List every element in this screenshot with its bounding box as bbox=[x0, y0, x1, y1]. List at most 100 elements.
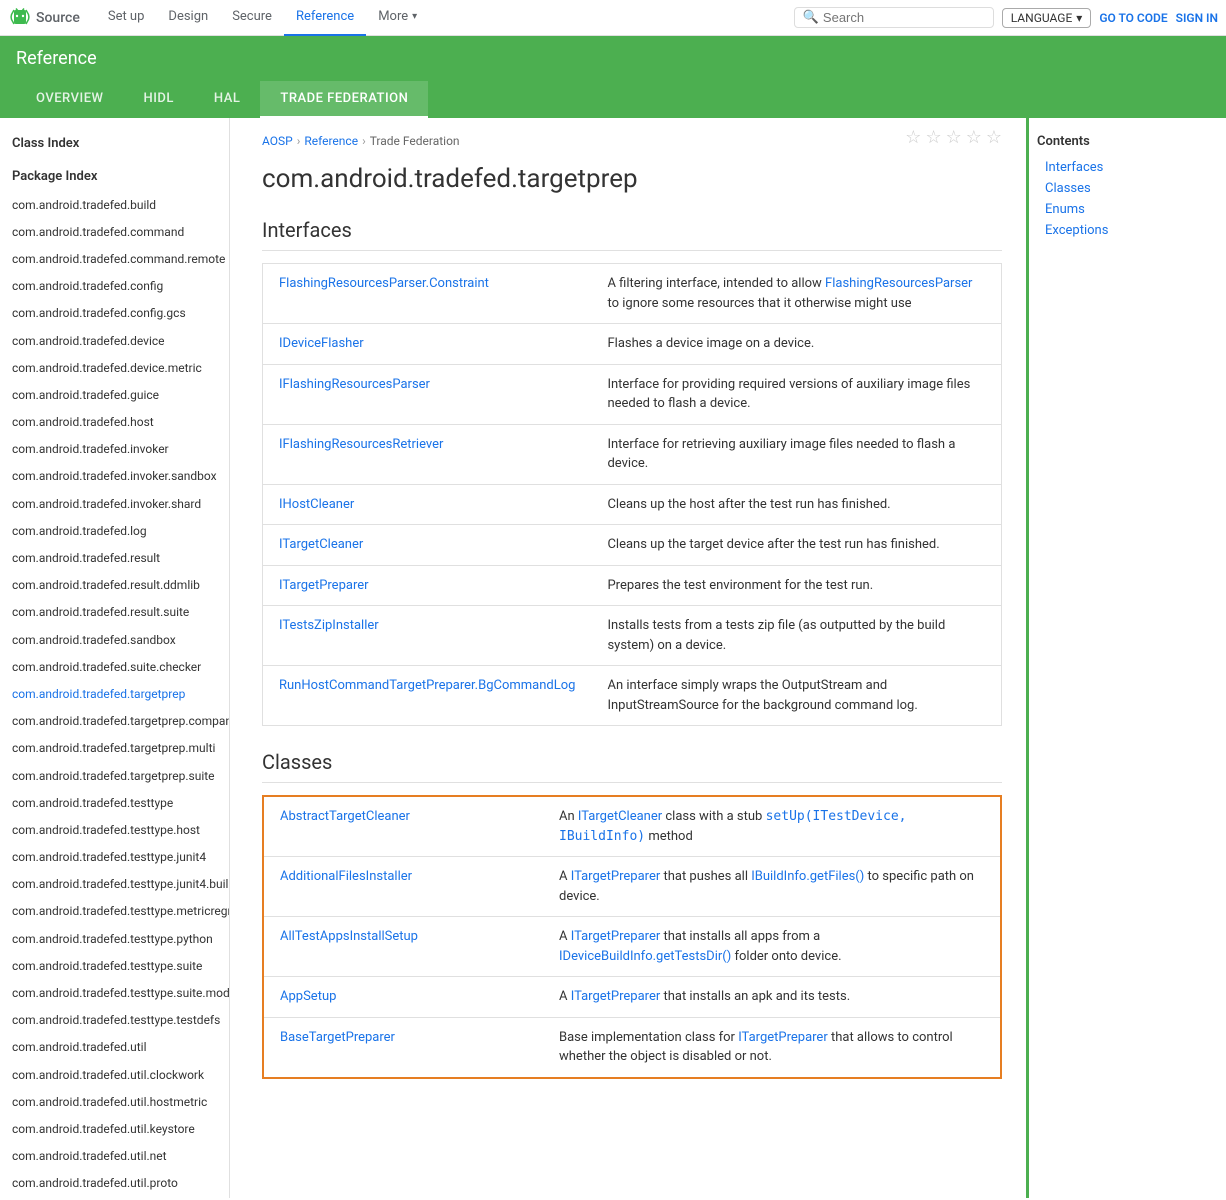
itarget-preparer-link-1[interactable]: ITargetPreparer bbox=[571, 869, 661, 884]
interface-link-run-host-command[interactable]: RunHostCommandTargetPreparer.BgCommandLo… bbox=[279, 678, 575, 693]
sidebar-item-testtype[interactable]: com.android.tradefed.testtype bbox=[0, 790, 229, 817]
class-link-abstract-target-cleaner[interactable]: AbstractTargetCleaner bbox=[280, 809, 410, 824]
sidebar-item-config-gcs[interactable]: com.android.tradefed.config.gcs bbox=[0, 300, 229, 327]
sidebar-item-testtype-host[interactable]: com.android.tradefed.testtype.host bbox=[0, 817, 229, 844]
class-link-app-setup[interactable]: AppSetup bbox=[280, 989, 336, 1004]
breadcrumb: AOSP › Reference › Trade Federation bbox=[262, 134, 460, 148]
sidebar-item-util-clockwork[interactable]: com.android.tradefed.util.clockwork bbox=[0, 1062, 229, 1089]
sidebar-item-testtype-python[interactable]: com.android.tradefed.testtype.python bbox=[0, 926, 229, 953]
sidebar-item-util-hostmetric[interactable]: com.android.tradefed.util.hostmetric bbox=[0, 1089, 229, 1116]
interface-link-iflashing-resources-retriever[interactable]: IFlashingResourcesRetriever bbox=[279, 437, 443, 452]
content-area: AOSP › Reference › Trade Federation ☆ ☆ … bbox=[230, 118, 1026, 1198]
sidebar-item-command[interactable]: com.android.tradefed.command bbox=[0, 219, 229, 246]
sidebar: Class Index Package Index com.android.tr… bbox=[0, 118, 230, 1198]
interface-link-flashing-constraint[interactable]: FlashingResourcesParser.Constraint bbox=[279, 276, 489, 291]
sidebar-item-command-remote[interactable]: com.android.tradefed.command.remote bbox=[0, 246, 229, 273]
interface-desc-itarget-preparer: Prepares the test environment for the te… bbox=[591, 565, 1001, 606]
star-2[interactable]: ☆ bbox=[925, 127, 941, 148]
sidebar-item-targetprep-suite[interactable]: com.android.tradefed.targetprep.suite bbox=[0, 763, 229, 790]
toc-classes[interactable]: Classes bbox=[1037, 178, 1218, 199]
sidebar-item-targetprep-multi[interactable]: com.android.tradefed.targetprep.multi bbox=[0, 735, 229, 762]
star-rating[interactable]: ☆ ☆ ☆ ☆ ☆ bbox=[905, 127, 1002, 148]
star-5[interactable]: ☆ bbox=[986, 127, 1002, 148]
sidebar-item-guice[interactable]: com.android.tradefed.guice bbox=[0, 382, 229, 409]
nav-design[interactable]: Design bbox=[156, 0, 220, 36]
sidebar-item-targetprep[interactable]: com.android.tradefed.targetprep bbox=[0, 681, 229, 708]
sidebar-item-invoker-shard[interactable]: com.android.tradefed.invoker.shard bbox=[0, 491, 229, 518]
class-link-base-target-preparer[interactable]: BaseTargetPreparer bbox=[280, 1030, 395, 1045]
sidebar-item-testtype-testdefs[interactable]: com.android.tradefed.testtype.testdefs bbox=[0, 1007, 229, 1034]
interface-link-itarget-preparer[interactable]: ITargetPreparer bbox=[279, 578, 369, 593]
toc-enums[interactable]: Enums bbox=[1037, 199, 1218, 220]
sidebar-item-util-net[interactable]: com.android.tradefed.util.net bbox=[0, 1143, 229, 1170]
interface-link-itarget-cleaner[interactable]: ITargetCleaner bbox=[279, 537, 363, 552]
sidebar-item-util-proto[interactable]: com.android.tradefed.util.proto bbox=[0, 1170, 229, 1197]
search-input[interactable] bbox=[823, 10, 985, 25]
sidebar-item-config[interactable]: com.android.tradefed.config bbox=[0, 273, 229, 300]
toc-interfaces[interactable]: Interfaces bbox=[1037, 157, 1218, 178]
breadcrumb-aosp[interactable]: AOSP bbox=[262, 134, 293, 148]
sidebar-item-util-keystore[interactable]: com.android.tradefed.util.keystore bbox=[0, 1116, 229, 1143]
search-bar[interactable]: 🔍 bbox=[794, 7, 994, 28]
classes-heading: Classes bbox=[262, 750, 1002, 783]
table-row: IFlashingResourcesParser Interface for p… bbox=[263, 364, 1002, 424]
tab-trade-federation[interactable]: TRADE FEDERATION bbox=[260, 81, 428, 118]
sidebar-item-testtype-suite[interactable]: com.android.tradefed.testtype.suite bbox=[0, 953, 229, 980]
toc-exceptions[interactable]: Exceptions bbox=[1037, 220, 1218, 241]
tab-overview[interactable]: OVERVIEW bbox=[16, 81, 123, 118]
class-link-additional-files-installer[interactable]: AdditionalFilesInstaller bbox=[280, 869, 412, 884]
sidebar-package-index[interactable]: Package Index bbox=[0, 159, 229, 192]
sidebar-item-invoker-sandbox[interactable]: com.android.tradefed.invoker.sandbox bbox=[0, 463, 229, 490]
interface-link-itests-zip-installer[interactable]: ITestsZipInstaller bbox=[279, 618, 379, 633]
main-layout: Class Index Package Index com.android.tr… bbox=[0, 118, 1226, 1198]
ibuildinfo-getfiles-link[interactable]: IBuildInfo.getFiles() bbox=[751, 869, 864, 884]
table-row: IFlashingResourcesRetriever Interface fo… bbox=[263, 424, 1002, 484]
sidebar-item-testtype-suite-module[interactable]: com.android.tradefed.testtype.suite.modu… bbox=[0, 980, 229, 1007]
interface-link-idevice-flasher[interactable]: IDeviceFlasher bbox=[279, 336, 364, 351]
sidebar-item-testtype-junit4[interactable]: com.android.tradefed.testtype.junit4 bbox=[0, 844, 229, 871]
nav-reference[interactable]: Reference bbox=[284, 0, 366, 36]
idevice-buildinfo-gettestsdir-link[interactable]: IDeviceBuildInfo.getTestsDir() bbox=[559, 949, 731, 964]
star-3[interactable]: ☆ bbox=[946, 127, 962, 148]
sidebar-item-sandbox[interactable]: com.android.tradefed.sandbox bbox=[0, 627, 229, 654]
sidebar-item-build[interactable]: com.android.tradefed.build bbox=[0, 192, 229, 219]
sidebar-item-log[interactable]: com.android.tradefed.log bbox=[0, 518, 229, 545]
android-logo-icon bbox=[8, 6, 32, 30]
itarget-preparer-link-2[interactable]: ITargetPreparer bbox=[571, 929, 661, 944]
flashing-resources-parser-link[interactable]: FlashingResourcesParser bbox=[825, 276, 972, 291]
go-to-code-button[interactable]: GO TO CODE bbox=[1099, 11, 1167, 25]
language-button[interactable]: LANGUAGE ▾ bbox=[1002, 8, 1092, 28]
interface-link-ihost-cleaner[interactable]: IHostCleaner bbox=[279, 497, 354, 512]
sidebar-item-result-ddmlib[interactable]: com.android.tradefed.result.ddmlib bbox=[0, 572, 229, 599]
itarget-cleaner-link-1[interactable]: ITargetCleaner bbox=[578, 809, 662, 824]
interface-link-iflashing-resources-parser[interactable]: IFlashingResourcesParser bbox=[279, 377, 430, 392]
interface-desc-run-host-command: An interface simply wraps the OutputStre… bbox=[591, 666, 1001, 726]
sidebar-item-invoker[interactable]: com.android.tradefed.invoker bbox=[0, 436, 229, 463]
tab-hal[interactable]: HAL bbox=[194, 81, 260, 118]
sidebar-item-util[interactable]: com.android.tradefed.util bbox=[0, 1034, 229, 1061]
sidebar-item-suite-checker[interactable]: com.android.tradefed.suite.checker bbox=[0, 654, 229, 681]
top-nav-right: LANGUAGE ▾ GO TO CODE SIGN IN bbox=[1002, 8, 1218, 28]
sidebar-item-targetprep-companion[interactable]: com.android.tradefed.targetprep.companio… bbox=[0, 708, 229, 735]
tab-hidl[interactable]: HIDL bbox=[123, 81, 193, 118]
nav-more[interactable]: More ▾ bbox=[366, 0, 429, 36]
sign-in-button[interactable]: SIGN IN bbox=[1176, 11, 1218, 25]
sidebar-item-device-metric[interactable]: com.android.tradefed.device.metric bbox=[0, 355, 229, 382]
star-1[interactable]: ☆ bbox=[905, 127, 921, 148]
sidebar-item-result-suite[interactable]: com.android.tradefed.result.suite bbox=[0, 599, 229, 626]
nav-secure[interactable]: Secure bbox=[220, 0, 284, 36]
sidebar-item-device[interactable]: com.android.tradefed.device bbox=[0, 328, 229, 355]
sidebar-item-host[interactable]: com.android.tradefed.host bbox=[0, 409, 229, 436]
itarget-preparer-link-3[interactable]: ITargetPreparer bbox=[571, 989, 661, 1004]
sidebar-item-testtype-junit4-builder[interactable]: com.android.tradefed.testtype.junit4.bui… bbox=[0, 871, 229, 898]
sidebar-item-result[interactable]: com.android.tradefed.result bbox=[0, 545, 229, 572]
table-row: AppSetup A ITargetPreparer that installs… bbox=[263, 977, 1001, 1018]
itarget-preparer-link-4[interactable]: ITargetPreparer bbox=[738, 1030, 828, 1045]
class-link-all-test-apps-install-setup[interactable]: AllTestAppsInstallSetup bbox=[280, 929, 418, 944]
star-4[interactable]: ☆ bbox=[966, 127, 982, 148]
logo[interactable]: Source bbox=[8, 6, 80, 30]
sidebar-item-testtype-metricregression[interactable]: com.android.tradefed.testtype.metricregr… bbox=[0, 898, 229, 925]
nav-setup[interactable]: Set up bbox=[96, 0, 157, 36]
breadcrumb-reference[interactable]: Reference bbox=[304, 134, 358, 148]
sidebar-class-index[interactable]: Class Index bbox=[0, 126, 229, 159]
